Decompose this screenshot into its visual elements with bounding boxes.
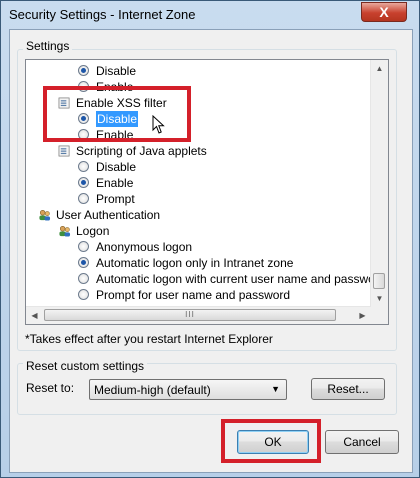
radio-button[interactable] — [78, 161, 89, 172]
users-icon — [39, 210, 51, 221]
setting-label: Scripting of Java applets — [76, 144, 207, 158]
radio-button[interactable] — [78, 193, 89, 204]
scroll-grip-icon: III — [185, 310, 195, 319]
radio-java-prompt[interactable]: Prompt — [78, 191, 370, 207]
security-settings-dialog: Security Settings - Internet Zone X Sett… — [0, 0, 420, 478]
radio-button[interactable] — [78, 177, 89, 188]
radio-button[interactable] — [78, 273, 89, 284]
reset-to-label: Reset to: — [26, 381, 75, 395]
window-title: Security Settings - Internet Zone — [9, 7, 196, 22]
reset-level-value: Medium-high (default) — [94, 383, 211, 397]
radio-button[interactable] — [78, 257, 89, 268]
option-label: Anonymous logon — [96, 240, 193, 254]
radio-prompt-credentials[interactable]: Prompt for user name and password — [78, 287, 370, 303]
cancel-button-label: Cancel — [343, 435, 381, 449]
vertical-scroll-thumb[interactable] — [373, 273, 385, 289]
xss-filter-highlight-box — [43, 86, 191, 142]
scroll-down-arrow-icon[interactable]: ▼ — [371, 290, 388, 307]
cancel-button[interactable]: Cancel — [325, 430, 399, 454]
option-label: Disable — [96, 64, 137, 78]
title-bar[interactable]: Security Settings - Internet Zone X — [1, 1, 419, 29]
reset-group-label: Reset custom settings — [23, 359, 148, 373]
horizontal-scroll-thumb[interactable]: III — [44, 309, 336, 321]
option-label: Enable — [96, 176, 134, 190]
users-icon — [59, 226, 71, 237]
radio-auto-logon-intranet[interactable]: Automatic logon only in Intranet zone — [78, 255, 370, 271]
radio-button[interactable] — [78, 289, 89, 300]
settings-group-label: Settings — [23, 39, 73, 53]
scrollbar-corner — [371, 307, 388, 324]
radio-button[interactable] — [78, 241, 89, 252]
category-user-authentication[interactable]: User Authentication — [38, 207, 370, 223]
dropdown-arrow-icon: ▼ — [271, 384, 280, 394]
scroll-right-arrow-icon[interactable]: ▶ — [354, 307, 371, 324]
setting-icon — [58, 145, 70, 157]
radio-java-disable[interactable]: Disable — [78, 159, 370, 175]
horizontal-scrollbar[interactable]: ◀ III ▶ — [26, 306, 371, 324]
radio-disable-1[interactable]: Disable — [78, 63, 370, 79]
close-icon: X — [379, 4, 389, 20]
reset-button-label: Reset... — [327, 382, 369, 396]
vertical-scrollbar[interactable]: ▲ ▼ — [370, 60, 388, 307]
ok-button-highlight-box — [221, 419, 321, 463]
radio-auto-logon-current-user[interactable]: Automatic logon with current user name a… — [78, 271, 385, 287]
option-label: Automatic logon with current user name a… — [96, 272, 386, 286]
radio-java-enable[interactable]: Enable — [78, 175, 370, 191]
option-label: Automatic logon only in Intranet zone — [96, 256, 294, 270]
option-label: Prompt for user name and password — [96, 288, 291, 302]
reset-button[interactable]: Reset... — [311, 378, 385, 400]
header-scripting-java-applets[interactable]: Scripting of Java applets — [58, 143, 370, 159]
subcategory-logon[interactable]: Logon — [58, 223, 370, 239]
scroll-up-arrow-icon[interactable]: ▲ — [371, 60, 388, 77]
option-label: Prompt — [96, 192, 135, 206]
radio-anonymous-logon[interactable]: Anonymous logon — [78, 239, 370, 255]
option-label: Disable — [96, 160, 137, 174]
close-button[interactable]: X — [361, 2, 407, 22]
setting-label: Logon — [76, 224, 110, 238]
restart-note: *Takes effect after you restart Internet… — [25, 332, 273, 346]
reset-level-dropdown[interactable]: Medium-high (default) ▼ — [89, 379, 287, 400]
radio-button[interactable] — [78, 65, 89, 76]
mouse-cursor-icon — [152, 115, 165, 134]
setting-label: User Authentication — [56, 208, 161, 222]
scroll-left-arrow-icon[interactable]: ◀ — [26, 307, 43, 324]
